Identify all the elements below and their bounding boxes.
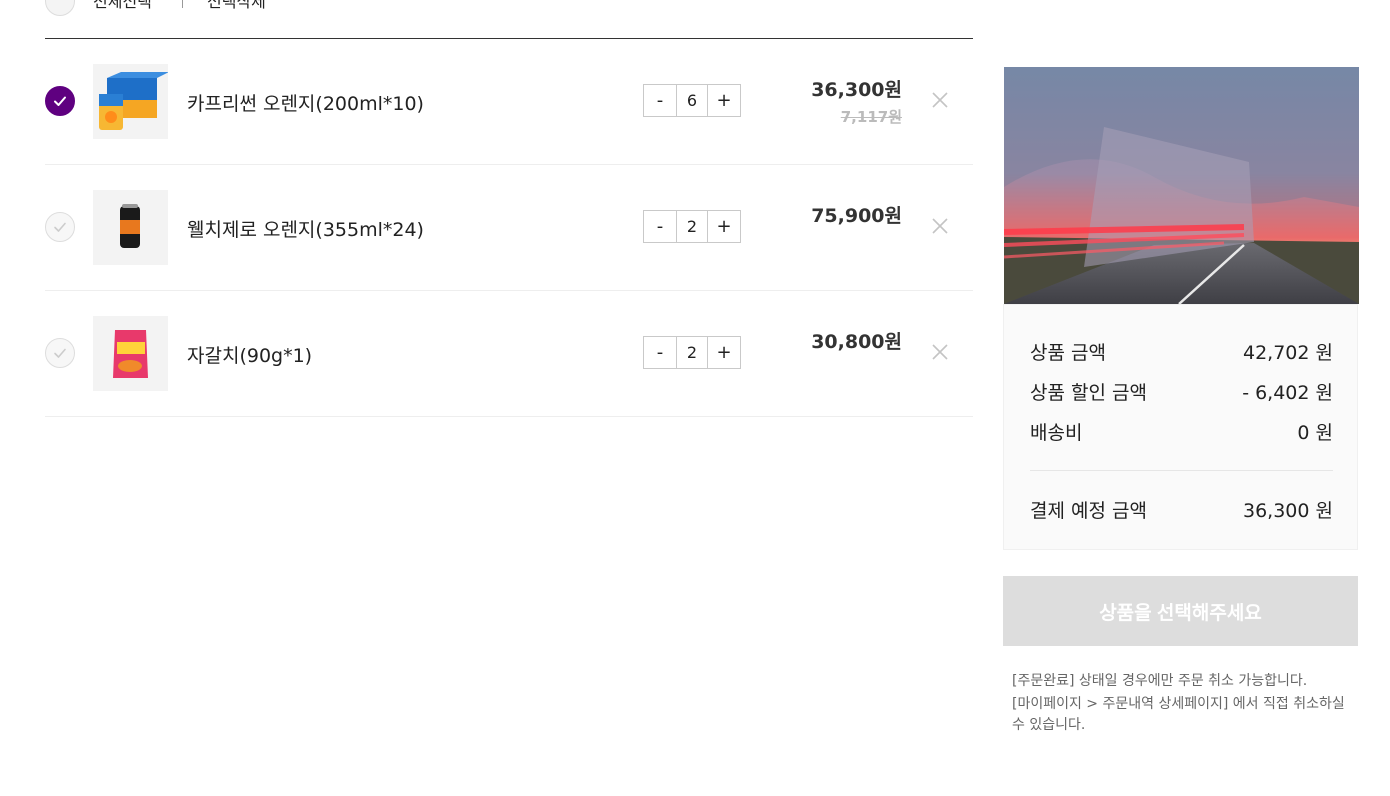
increase-button[interactable]: +: [708, 211, 740, 242]
increase-button[interactable]: +: [708, 85, 740, 116]
order-summary: 상품 금액 42,702 원 상품 할인 금액 - 6,402 원 배송비 0 …: [1003, 304, 1358, 550]
price-block: 36,300원 7,117원: [811, 75, 902, 127]
summary-value: 0 원: [1297, 422, 1333, 444]
decrease-button[interactable]: -: [644, 337, 676, 368]
close-icon[interactable]: [930, 342, 950, 362]
summary-divider: [1030, 470, 1333, 471]
summary-row-product-amount: 상품 금액 42,702 원: [1030, 338, 1333, 365]
notice-line: [마이페이지 > 주문내역 상세페이지] 에서 직접 취소하실 수 있습니다.: [1012, 696, 1345, 733]
cart-item-row: 자갈치(90g*1) - 2 + 30,800원: [45, 291, 973, 417]
summary-label: 배송비: [1030, 422, 1083, 444]
summary-value: 36,300 원: [1242, 500, 1333, 522]
quantity-value[interactable]: 6: [676, 85, 708, 116]
close-icon[interactable]: [930, 90, 950, 110]
product-thumbnail[interactable]: [93, 64, 168, 139]
product-thumbnail[interactable]: [93, 190, 168, 265]
summary-label: 상품 할인 금액: [1030, 382, 1147, 404]
check-icon: [54, 222, 66, 232]
cart-item-row: 웰치제로 오렌지(355ml*24) - 2 + 75,900원: [45, 165, 973, 291]
increase-button[interactable]: +: [708, 337, 740, 368]
product-name[interactable]: 자갈치(90g*1): [187, 341, 312, 368]
cart-item-row: 카프리썬 오렌지(200ml*10) - 6 + 36,300원 7,117원: [45, 39, 973, 165]
item-price: 30,800원: [811, 331, 902, 353]
item-checkbox[interactable]: [45, 338, 75, 368]
product-name[interactable]: 웰치제로 오렌지(355ml*24): [187, 215, 424, 242]
quantity-stepper: - 2 +: [643, 210, 741, 243]
decrease-button[interactable]: -: [644, 211, 676, 242]
cancel-notice: [주문완료] 상태일 경우에만 주문 취소 가능합니다. [마이페이지 > 주문…: [1012, 671, 1357, 738]
price-block: 75,900원: [811, 201, 902, 228]
cart-item-list: 카프리썬 오렌지(200ml*10) - 6 + 36,300원 7,117원 …: [45, 39, 973, 417]
close-icon[interactable]: [930, 216, 950, 236]
summary-value: - 6,402 원: [1242, 382, 1333, 404]
quantity-stepper: - 2 +: [643, 336, 741, 369]
item-price: 75,900원: [811, 205, 902, 227]
delete-selected-button[interactable]: 선택삭제: [207, 0, 266, 12]
summary-row-total: 결제 예정 금액 36,300 원: [1030, 496, 1333, 523]
summary-value: 42,702 원: [1242, 342, 1333, 364]
toolbar-divider: [182, 0, 183, 8]
order-button[interactable]: 상품을 선택해주세요: [1003, 576, 1358, 646]
select-all-label[interactable]: 전체선택: [93, 0, 152, 12]
snack-bag-image: [93, 316, 168, 391]
quantity-stepper: - 6 +: [643, 84, 741, 117]
check-icon: [54, 96, 66, 106]
welchs-can-image: [93, 190, 168, 265]
quantity-value[interactable]: 2: [676, 211, 708, 242]
select-all-checkbox[interactable]: [45, 0, 75, 16]
item-checkbox[interactable]: [45, 212, 75, 242]
summary-row-discount: 상품 할인 금액 - 6,402 원: [1030, 378, 1333, 405]
summary-label: 결제 예정 금액: [1030, 500, 1147, 522]
capri-sun-pack-image: [93, 64, 168, 139]
summary-label: 상품 금액: [1030, 342, 1106, 364]
price-block: 30,800원: [811, 327, 902, 354]
check-icon: [54, 348, 66, 358]
item-checkbox[interactable]: [45, 86, 75, 116]
item-original-price: 7,117원: [840, 108, 902, 126]
delivery-banner-image: [1004, 67, 1359, 304]
quantity-value[interactable]: 2: [676, 337, 708, 368]
summary-row-shipping: 배송비 0 원: [1030, 418, 1333, 445]
notice-line: [주문완료] 상태일 경우에만 주문 취소 가능합니다.: [1012, 673, 1308, 689]
cart-toolbar: 전체선택 선택삭제: [45, 0, 973, 39]
product-name[interactable]: 카프리썬 오렌지(200ml*10): [187, 89, 424, 116]
decrease-button[interactable]: -: [644, 85, 676, 116]
product-thumbnail[interactable]: [93, 316, 168, 391]
item-price: 36,300원: [811, 79, 902, 101]
